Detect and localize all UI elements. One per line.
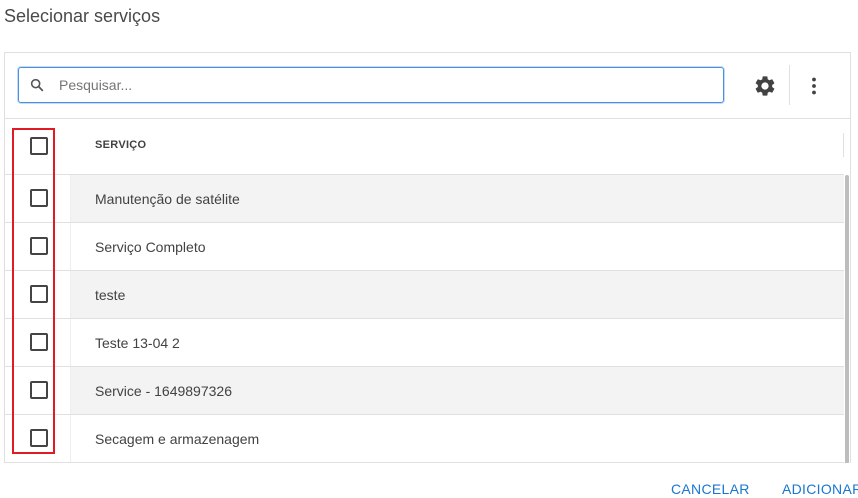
table-row[interactable]: Manutenção de satélite [5, 175, 844, 223]
row-checkbox[interactable] [30, 237, 48, 255]
service-name: Serviço Completo [95, 239, 206, 255]
column-header-servico[interactable]: SERVIÇO [95, 139, 146, 151]
row-checkbox[interactable] [30, 333, 48, 351]
search-input[interactable] [59, 68, 709, 102]
services-table-card: SERVIÇO Manutenção de satélite Serviço C… [4, 52, 851, 463]
service-name: Teste 13-04 2 [95, 335, 180, 351]
table-row[interactable]: Secagem e armazenagem [5, 415, 844, 463]
add-button[interactable]: ADICIONAR [782, 481, 858, 497]
row-checkbox[interactable] [30, 189, 48, 207]
column-resize-handle[interactable] [843, 133, 844, 157]
table-row[interactable]: Service - 1649897326 [5, 367, 844, 415]
gear-icon[interactable] [753, 74, 777, 98]
service-name: Manutenção de satélite [95, 191, 240, 207]
table-body: Manutenção de satélite Serviço Completo … [5, 175, 844, 463]
table-row[interactable]: Serviço Completo [5, 223, 844, 271]
select-all-checkbox[interactable] [30, 137, 48, 155]
scrollbar[interactable] [845, 175, 849, 463]
row-checkbox[interactable] [30, 429, 48, 447]
more-vert-icon[interactable] [802, 74, 826, 98]
table-toolbar [5, 53, 850, 119]
service-name: Service - 1649897326 [95, 383, 232, 399]
table-row[interactable]: Teste 13-04 2 [5, 319, 844, 367]
service-name: teste [95, 287, 126, 303]
dialog-title: Selecionar serviços [4, 6, 161, 26]
table-header: SERVIÇO [5, 119, 844, 175]
table-row[interactable]: teste [5, 271, 844, 319]
cancel-button[interactable]: CANCELAR [671, 481, 750, 497]
toolbar-divider [789, 65, 790, 105]
row-checkbox[interactable] [30, 285, 48, 303]
row-checkbox[interactable] [30, 381, 48, 399]
search-icon [30, 78, 44, 92]
service-name: Secagem e armazenagem [95, 431, 260, 447]
search-box[interactable] [18, 67, 724, 103]
